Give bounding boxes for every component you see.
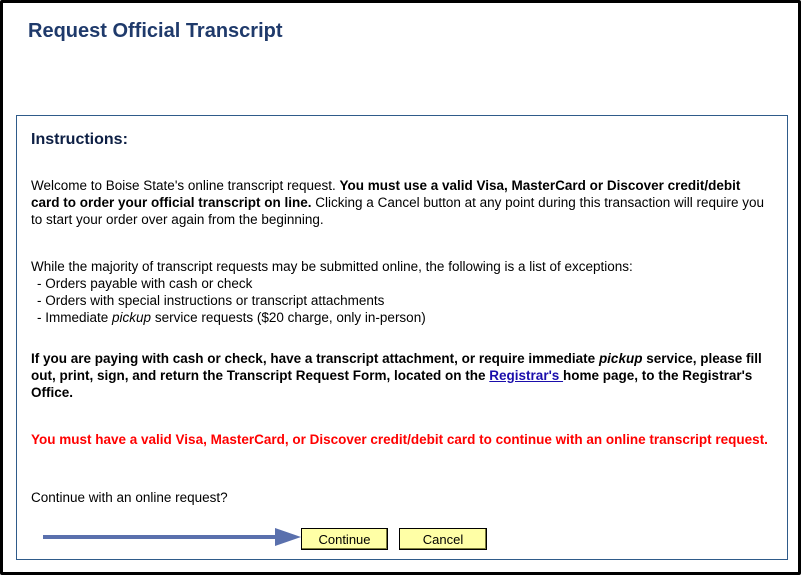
welcome-paragraph: Welcome to Boise State's online transcri… bbox=[31, 177, 771, 228]
exception-item: - Immediate pickup service requests ($20… bbox=[37, 310, 426, 325]
arrow-right-icon bbox=[43, 528, 301, 546]
continue-button[interactable]: Continue bbox=[301, 528, 388, 550]
registrar-link[interactable]: Registrar's bbox=[489, 368, 563, 383]
page-title: Request Official Transcript bbox=[28, 20, 283, 42]
welcome-text: Welcome to Boise State's online transcri… bbox=[31, 178, 340, 193]
exception-item: - Orders with special instructions or tr… bbox=[37, 293, 385, 308]
instructions-heading: Instructions: bbox=[31, 131, 128, 148]
exception-item: - Orders payable with cash or check bbox=[37, 276, 253, 291]
cancel-button[interactable]: Cancel bbox=[399, 528, 487, 550]
exceptions-list: - Orders payable with cash or check - Or… bbox=[31, 275, 771, 326]
paper-form-paragraph: If you are paying with cash or check, ha… bbox=[31, 351, 762, 400]
continue-prompt: Continue with an online request? bbox=[31, 490, 228, 505]
exceptions-section: While the majority of transcript request… bbox=[31, 258, 771, 326]
exceptions-intro: While the majority of transcript request… bbox=[31, 259, 633, 274]
card-warning: You must have a valid Visa, MasterCard, … bbox=[31, 432, 768, 447]
